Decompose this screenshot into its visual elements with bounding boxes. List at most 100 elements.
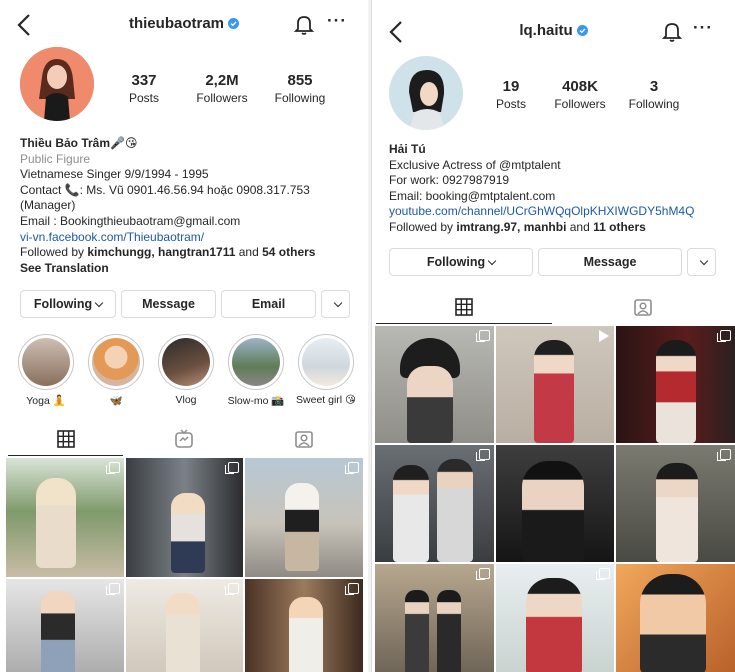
post-thumbnail[interactable] [125, 579, 244, 672]
followers-label: Followers [196, 91, 248, 105]
highlight-label: Sweet girl 😘 [296, 394, 356, 406]
followed-by[interactable]: Followed by kimchungg, hangtran1711 and … [20, 245, 365, 261]
posts-label: Posts [128, 91, 159, 105]
followed-by-prefix: Followed by [389, 219, 457, 234]
see-translation-link[interactable]: See Translation [20, 261, 365, 277]
email-button-label: Email [251, 297, 286, 311]
suggested-dropdown-button[interactable] [687, 248, 716, 276]
post-thumbnail[interactable] [616, 326, 735, 443]
highlight-item[interactable]: Sweet girl 😘 [291, 334, 361, 407]
multiple-photos-icon [105, 583, 120, 595]
tab-posts-grid[interactable] [8, 422, 123, 456]
multiple-photos-icon [225, 583, 240, 595]
highlight-label: 🦋 [109, 395, 123, 407]
right-profile-panel: lq.haitu ··· 19 Posts 408K Followers 3 Foll… [371, 0, 735, 672]
profile-avatar[interactable] [20, 47, 94, 121]
following-button[interactable]: Following [389, 248, 533, 276]
post-subject [405, 590, 429, 672]
profile-bio: Thiều Bảo Trâm🎤😘 Public Figure Vietnames… [20, 136, 365, 276]
followed-by-others: 54 others [262, 245, 316, 260]
tab-posts-grid[interactable] [376, 290, 552, 324]
more-options-icon[interactable]: ··· [326, 12, 348, 34]
post-subject [285, 483, 320, 571]
verified-badge-icon [228, 18, 239, 29]
message-button[interactable]: Message [538, 248, 682, 276]
post-thumbnail[interactable] [375, 326, 494, 443]
followed-by-names: imtrang.97, manhbi [456, 219, 567, 234]
following-button-label: Following [426, 255, 486, 269]
grid-icon [56, 429, 75, 448]
bio-line: (Manager) [20, 198, 76, 213]
followed-by[interactable]: Followed by imtrang.97, manhbi and 11 ot… [389, 220, 734, 236]
posts-stat[interactable]: 337 Posts [116, 72, 172, 105]
tab-igtv[interactable] [126, 422, 241, 456]
post-thumbnail[interactable] [245, 458, 363, 577]
following-button[interactable]: Following [20, 290, 116, 318]
bio-line: For work: 0927987919 [389, 173, 510, 188]
post-thumbnail[interactable] [245, 579, 363, 672]
post-thumbnail[interactable] [495, 326, 615, 443]
profile-action-buttons: Following Message Email [20, 290, 350, 318]
followed-by-and: and [235, 245, 263, 260]
followers-stat[interactable]: 2,2M Followers [182, 72, 262, 105]
notification-bell-icon[interactable] [293, 13, 315, 35]
following-stat[interactable]: 3 Following [618, 78, 690, 111]
highlight-label: Yoga 🧘 [26, 395, 66, 407]
post-subject [41, 591, 75, 672]
post-thumbnail[interactable] [125, 458, 244, 577]
followers-stat[interactable]: 408K Followers [544, 78, 616, 111]
more-options-icon[interactable]: ··· [692, 19, 714, 41]
profile-bio: Hải Tú Exclusive Actress of @mtptalent F… [389, 142, 734, 236]
highlight-item[interactable]: Slow-mo 📸 [221, 334, 291, 407]
profile-avatar[interactable] [389, 56, 463, 130]
username: lq.haitu [519, 22, 573, 39]
post-thumbnail[interactable] [6, 579, 124, 672]
post-thumbnail[interactable] [375, 564, 494, 672]
followers-count: 2,2M [205, 72, 239, 89]
multiple-photos-icon [475, 568, 490, 580]
message-button-label: Message [583, 255, 637, 269]
post-thumbnail[interactable] [6, 458, 124, 577]
post-thumbnail[interactable] [375, 445, 494, 562]
highlight-item[interactable]: Yoga 🧘 [11, 334, 81, 407]
tab-tagged[interactable] [554, 290, 732, 324]
posts-stat[interactable]: 19 Posts [484, 78, 538, 111]
highlight-item[interactable]: Vlog [151, 334, 221, 407]
highlight-ring [158, 334, 214, 390]
profile-stats: 337 Posts 2,2M Followers 855 Following [116, 72, 336, 105]
following-stat[interactable]: 855 Following [264, 72, 336, 105]
post-subject [533, 340, 574, 443]
multiple-photos-icon [344, 583, 359, 595]
message-button[interactable]: Message [121, 290, 216, 318]
notification-bell-icon[interactable] [661, 20, 683, 42]
chevron-down-icon [487, 256, 497, 265]
highlight-cover [162, 338, 210, 386]
post-thumbnail[interactable] [616, 564, 735, 672]
posts-count: 337 [131, 72, 157, 89]
post-subject [656, 463, 699, 562]
followed-by-and: and [566, 219, 594, 234]
highlight-ring [228, 334, 284, 390]
following-label: Following [274, 91, 326, 105]
email-button[interactable]: Email [221, 290, 316, 318]
username: thieubaotram [128, 15, 224, 32]
highlight-item[interactable]: 🦋 [81, 334, 151, 407]
content-tabs [0, 422, 368, 456]
multiple-photos-icon [475, 449, 490, 461]
post-thumbnail[interactable] [616, 445, 735, 562]
bio-line: Vietnamese Singer 9/9/1994 - 1995 [20, 167, 209, 182]
multiple-photos-icon [596, 568, 611, 580]
category-label: Public Figure [20, 151, 91, 166]
chevron-down-icon [94, 298, 104, 307]
suggested-dropdown-button[interactable] [321, 290, 350, 318]
highlight-cover [92, 338, 140, 386]
following-label: Following [628, 97, 680, 111]
bio-link[interactable]: vi-vn.facebook.com/Thieubaotram/ [20, 230, 365, 246]
multiple-photos-icon [344, 462, 359, 474]
bio-link[interactable]: youtube.com/channel/UCrGhWQqOlpKHXIWGDY5… [389, 204, 734, 220]
tab-tagged[interactable] [246, 422, 361, 456]
post-thumbnail[interactable] [495, 445, 615, 562]
post-thumbnail[interactable] [495, 564, 615, 672]
highlight-cover [302, 338, 350, 386]
multiple-photos-icon [105, 462, 120, 474]
